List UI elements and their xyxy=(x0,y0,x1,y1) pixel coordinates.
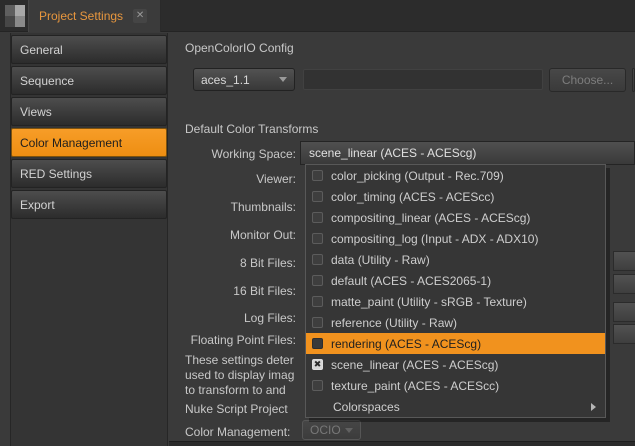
tab-project-settings[interactable]: Project Settings ✕ xyxy=(28,0,161,32)
ocio-config-select[interactable]: aces_1.1 xyxy=(193,68,295,91)
bottom-panel-divider xyxy=(169,441,635,446)
menu-item-label: rendering (ACES - ACEScg) xyxy=(331,337,481,351)
description-line: used to display imag xyxy=(185,368,294,383)
ocio-config-title: OpenColorIO Config xyxy=(185,41,294,55)
chevron-down-icon xyxy=(279,77,287,82)
working-space-value: scene_linear (ACES - ACEScg) xyxy=(309,146,476,160)
menu-item-label: reference (Utility - Raw) xyxy=(331,316,457,330)
checkbox-icon xyxy=(312,233,323,244)
menu-item-label: default (ACES - ACES2065-1) xyxy=(331,274,491,288)
8-bit-files-label: 8 Bit Files: xyxy=(130,256,296,270)
pane-icon-quadrant xyxy=(15,5,25,16)
checkbox-checked-icon: ✖ xyxy=(312,359,323,370)
working-space-select[interactable]: scene_linear (ACES - ACEScg) xyxy=(300,141,635,165)
submenu-arrow-icon xyxy=(591,403,596,411)
checkbox-icon xyxy=(312,170,323,181)
sidebar-item-label: Color Management xyxy=(20,136,122,150)
default-color-transforms-title: Default Color Transforms xyxy=(185,122,318,136)
menu-item-color-picking[interactable]: color_picking (Output - Rec.709) xyxy=(306,165,605,186)
floating-point-files-select-clipped[interactable] xyxy=(613,324,635,344)
checkbox-icon xyxy=(312,296,323,307)
pane-icon-quadrant xyxy=(15,16,25,27)
menu-item-texture-paint[interactable]: texture_paint (ACES - ACEScc) xyxy=(306,375,605,396)
floating-point-files-label: Floating Point Files: xyxy=(130,333,296,347)
menu-item-label: compositing_linear (ACES - ACEScg) xyxy=(331,211,530,225)
sidebar-item-label: Export xyxy=(20,198,55,212)
menu-item-scene-linear[interactable]: ✖ scene_linear (ACES - ACEScg) xyxy=(306,354,605,375)
checkbox-icon xyxy=(312,275,323,286)
ocio-config-select-value: aces_1.1 xyxy=(201,73,250,87)
menu-item-color-timing[interactable]: color_timing (ACES - ACEScc) xyxy=(306,186,605,207)
menu-item-label: color_timing (ACES - ACEScc) xyxy=(331,190,494,204)
menu-item-label: compositing_log (Input - ADX - ADX10) xyxy=(331,232,538,246)
viewer-label: Viewer: xyxy=(130,172,296,186)
8-bit-files-select-clipped[interactable] xyxy=(613,251,635,271)
16-bit-files-select-clipped[interactable] xyxy=(613,274,635,294)
close-icon[interactable]: ✕ xyxy=(133,9,147,23)
16-bit-files-label: 16 Bit Files: xyxy=(130,284,296,298)
checkbox-icon xyxy=(312,191,323,202)
menu-item-compositing-linear[interactable]: compositing_linear (ACES - ACEScg) xyxy=(306,207,605,228)
pane-icon-quadrant xyxy=(5,5,15,16)
pane-layout-icon[interactable] xyxy=(5,5,25,27)
chevron-down-icon xyxy=(345,428,353,433)
menu-item-label: data (Utility - Raw) xyxy=(331,253,430,267)
monitor-out-label: Monitor Out: xyxy=(130,228,296,242)
log-files-label: Log Files: xyxy=(130,311,296,325)
tab-bar: Project Settings ✕ xyxy=(0,0,635,32)
menu-item-default[interactable]: default (ACES - ACES2065-1) xyxy=(306,270,605,291)
menu-item-colorspaces-submenu[interactable]: Colorspaces xyxy=(306,396,605,417)
checkbox-icon xyxy=(312,317,323,328)
color-management-value: OCIO xyxy=(310,423,341,437)
sidebar-item-sequence[interactable]: Sequence xyxy=(11,66,167,95)
sidebar-item-label: General xyxy=(20,43,63,57)
ocio-config-path-input[interactable] xyxy=(303,69,543,90)
checkbox-icon xyxy=(312,254,323,265)
nuke-script-project-label: Nuke Script Project xyxy=(185,402,288,416)
sidebar-item-general[interactable]: General xyxy=(11,35,167,64)
tab-label: Project Settings xyxy=(39,9,123,23)
menu-item-matte-paint[interactable]: matte_paint (Utility - sRGB - Texture) xyxy=(306,291,605,312)
description-line: These settings deter xyxy=(185,353,294,368)
sidebar-item-label: Views xyxy=(20,105,52,119)
menu-item-label: color_picking (Output - Rec.709) xyxy=(331,169,504,183)
choose-button[interactable]: Choose... xyxy=(549,68,626,92)
color-management-label: Color Management: xyxy=(185,425,290,439)
checkbox-icon xyxy=(312,212,323,223)
menu-item-label: scene_linear (ACES - ACEScg) xyxy=(331,358,498,372)
thumbnails-label: Thumbnails: xyxy=(130,200,296,214)
menu-item-data[interactable]: data (Utility - Raw) xyxy=(306,249,605,270)
checkbox-icon xyxy=(312,338,323,349)
log-files-select-clipped[interactable] xyxy=(613,302,635,322)
menu-item-rendering[interactable]: rendering (ACES - ACEScg) xyxy=(306,333,605,354)
pane-icon-quadrant xyxy=(5,16,15,27)
color-management-select[interactable]: OCIO xyxy=(302,420,361,440)
working-space-dropdown-menu: color_picking (Output - Rec.709) color_t… xyxy=(305,164,606,418)
menu-item-compositing-log[interactable]: compositing_log (Input - ADX - ADX10) xyxy=(306,228,605,249)
sidebar-item-label: RED Settings xyxy=(20,167,92,181)
sidebar-item-label: Sequence xyxy=(20,74,74,88)
checkbox-icon xyxy=(312,380,323,391)
working-space-label: Working Space: xyxy=(130,147,296,161)
menu-item-reference[interactable]: reference (Utility - Raw) xyxy=(306,312,605,333)
menu-item-label: matte_paint (Utility - sRGB - Texture) xyxy=(331,295,527,309)
menu-item-label: texture_paint (ACES - ACEScc) xyxy=(331,379,499,393)
description-line: to transform to and xyxy=(185,383,286,398)
sidebar-item-views[interactable]: Views xyxy=(11,97,167,126)
menu-item-label: Colorspaces xyxy=(333,400,400,414)
